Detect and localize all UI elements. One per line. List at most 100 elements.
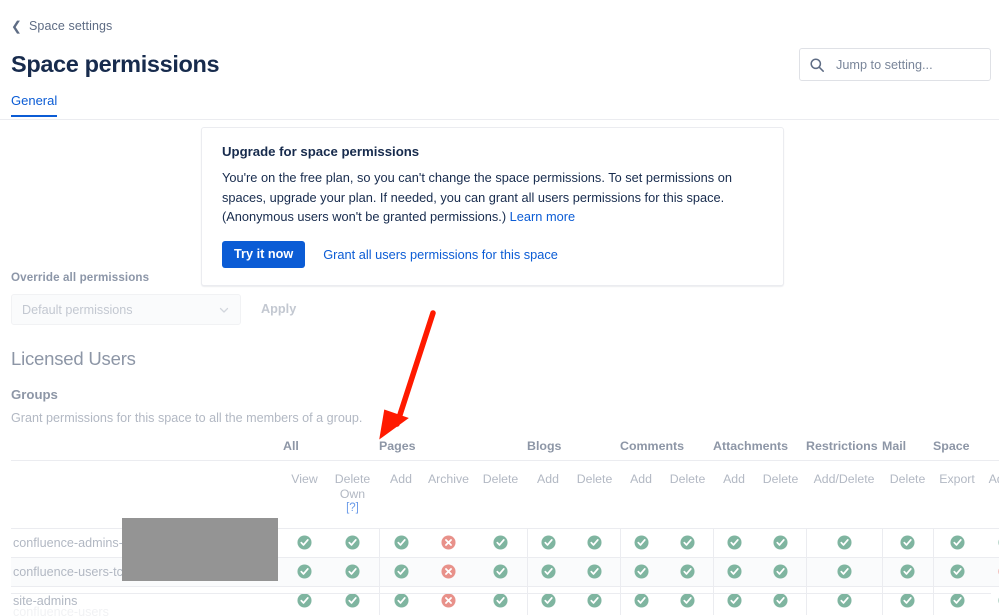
permission-granted-cell[interactable]	[619, 527, 663, 557]
permission-granted-cell[interactable]	[755, 556, 807, 586]
permission-granted-cell[interactable]	[569, 585, 621, 615]
permission-granted-cell[interactable]	[932, 585, 982, 615]
permission-denied-cell[interactable]	[423, 585, 474, 615]
check-circle-icon	[345, 535, 360, 550]
table-row: confluence-users-tc	[11, 556, 999, 586]
check-circle-icon	[587, 535, 602, 550]
permission-granted-cell[interactable]	[526, 585, 569, 615]
permission-granted-cell[interactable]	[283, 556, 326, 586]
check-circle-icon	[297, 593, 312, 608]
permission-granted-cell[interactable]	[881, 585, 934, 615]
banner-actions: Try it now Grant all users permissions f…	[222, 240, 763, 269]
sub-header-all-delete-own: Delete Own [?]	[326, 460, 379, 528]
sub-header-attachments-delete: Delete	[755, 460, 807, 528]
group-header-comments: Comments	[620, 439, 685, 453]
search-icon	[809, 57, 825, 73]
permission-granted-cell[interactable]	[662, 556, 714, 586]
sub-header-pages-archive: Archive	[423, 460, 474, 528]
permission-granted-cell[interactable]	[378, 585, 423, 615]
permission-granted-cell[interactable]	[805, 585, 883, 615]
check-circle-icon	[950, 535, 965, 550]
search-input[interactable]	[834, 56, 981, 73]
search-box[interactable]	[799, 48, 991, 81]
banner-body: You're on the free plan, so you can't ch…	[222, 168, 762, 227]
upgrade-banner: Upgrade for space permissions You're on …	[201, 127, 784, 287]
check-circle-icon	[394, 593, 409, 608]
group-name-cell: confluence-users-tc	[11, 556, 283, 586]
check-circle-icon	[634, 593, 649, 608]
check-circle-icon	[950, 593, 965, 608]
check-circle-icon	[680, 593, 695, 608]
group-header-space: Space	[933, 439, 970, 453]
check-circle-icon	[493, 564, 508, 579]
sub-header-comments-delete: Delete	[662, 460, 714, 528]
page-title: Space permissions	[11, 51, 220, 77]
breadcrumb[interactable]: ❮ Space settings	[11, 19, 112, 33]
permission-granted-cell[interactable]	[932, 556, 982, 586]
permission-granted-cell[interactable]	[981, 527, 999, 557]
tab-general[interactable]: General	[11, 93, 58, 117]
annotation-arrow-icon	[379, 310, 436, 440]
check-circle-icon	[297, 564, 312, 579]
permission-granted-cell[interactable]	[378, 556, 423, 586]
permission-granted-cell[interactable]	[326, 585, 379, 615]
permission-granted-cell[interactable]	[619, 556, 663, 586]
apply-button[interactable]: Apply	[249, 296, 308, 323]
permission-granted-cell[interactable]	[755, 527, 807, 557]
grant-all-users-permissions-button[interactable]: Grant all users permissions for this spa…	[323, 247, 558, 262]
check-circle-icon	[950, 564, 965, 579]
sub-header-pages-delete: Delete	[474, 460, 527, 528]
check-circle-icon	[345, 593, 360, 608]
permission-denied-cell[interactable]	[423, 527, 474, 557]
permission-granted-cell[interactable]	[662, 527, 714, 557]
permission-granted-cell[interactable]	[881, 527, 934, 557]
try-it-now-button[interactable]: Try it now	[222, 240, 306, 269]
sub-header-blogs-delete: Delete	[569, 460, 621, 528]
permission-granted-cell[interactable]	[805, 556, 883, 586]
check-circle-icon	[345, 564, 360, 579]
permission-granted-cell[interactable]	[619, 585, 663, 615]
permission-granted-cell[interactable]	[569, 527, 621, 557]
permission-granted-cell[interactable]	[805, 527, 883, 557]
permission-granted-cell[interactable]	[662, 585, 714, 615]
permission-granted-cell[interactable]	[474, 585, 528, 615]
permission-granted-cell[interactable]	[378, 527, 423, 557]
sub-header-mail-delete: Delete	[882, 460, 934, 528]
check-circle-icon	[394, 535, 409, 550]
check-circle-icon	[541, 564, 556, 579]
permission-granted-cell[interactable]	[474, 556, 528, 586]
sub-header-space-export: Export	[933, 460, 982, 528]
permission-denied-cell[interactable]	[981, 556, 999, 586]
permission-granted-cell[interactable]	[712, 556, 756, 586]
check-circle-icon	[900, 593, 915, 608]
permission-granted-cell[interactable]	[283, 585, 326, 615]
permission-granted-cell[interactable]	[474, 527, 528, 557]
permission-granted-cell[interactable]	[526, 556, 569, 586]
learn-more-link[interactable]: Learn more	[510, 209, 575, 224]
check-circle-icon	[680, 564, 695, 579]
permissions-table-body: confluence-admins-confluence-users-tc sit…	[11, 527, 999, 615]
permission-granted-cell[interactable]	[569, 556, 621, 586]
banner-title: Upgrade for space permissions	[222, 144, 420, 159]
permission-granted-cell[interactable]	[932, 527, 982, 557]
permission-granted-cell[interactable]	[712, 585, 756, 615]
check-circle-icon	[727, 564, 742, 579]
permission-denied-cell[interactable]	[423, 556, 474, 586]
space-permissions-page: ❮ Space settings Space permissions Gener…	[0, 0, 999, 616]
override-permissions-select[interactable]: Default permissions	[11, 294, 241, 325]
table-sub-header-row: View Delete Own [?] Add Archive Delete A…	[11, 460, 999, 528]
permission-granted-cell[interactable]	[326, 527, 379, 557]
permission-granted-cell[interactable]	[526, 527, 569, 557]
check-circle-icon	[727, 535, 742, 550]
sub-header-comments-add: Add	[620, 460, 663, 528]
delete-own-help-icon[interactable]: [?]	[326, 501, 379, 516]
permission-granted-cell[interactable]	[981, 585, 999, 615]
permission-granted-cell[interactable]	[283, 527, 326, 557]
chevron-down-icon	[218, 304, 230, 316]
permission-granted-cell[interactable]	[881, 556, 934, 586]
permission-granted-cell[interactable]	[712, 527, 756, 557]
permission-granted-cell[interactable]	[755, 585, 807, 615]
permission-granted-cell[interactable]	[326, 556, 379, 586]
breadcrumb-label[interactable]: Space settings	[29, 19, 112, 33]
check-circle-icon	[493, 593, 508, 608]
